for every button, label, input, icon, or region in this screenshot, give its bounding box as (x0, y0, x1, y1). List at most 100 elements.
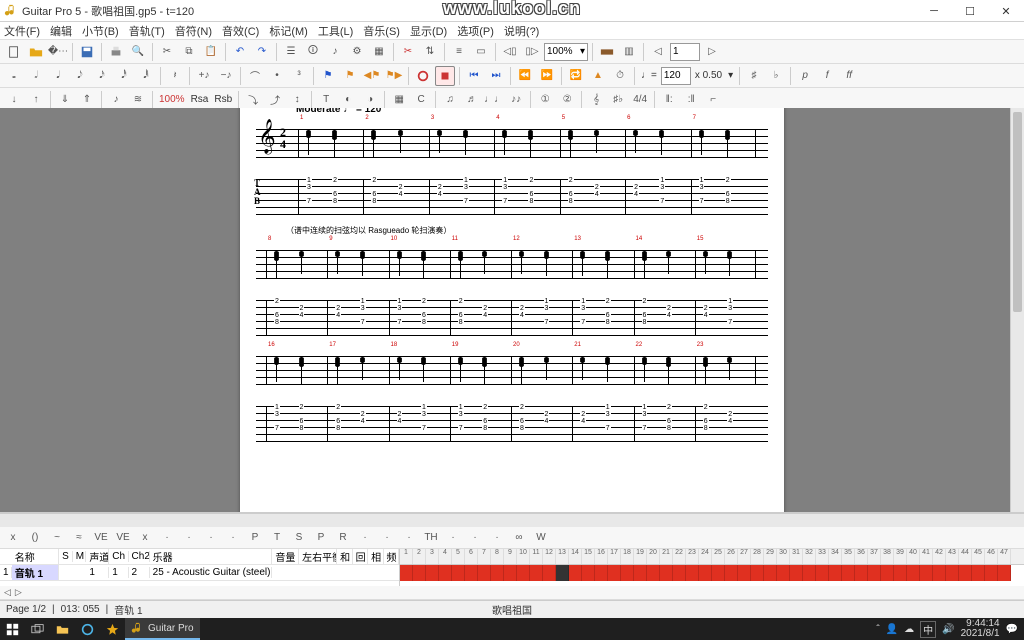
workspace-hscroll[interactable] (0, 513, 1024, 527)
effect-button[interactable]: R (334, 529, 352, 547)
effect-button[interactable]: x (136, 529, 154, 547)
record-button[interactable] (413, 66, 433, 86)
page-spinner[interactable]: 1 (670, 43, 700, 61)
text-button[interactable]: T (316, 90, 336, 110)
menu-item[interactable]: 音轨(T) (129, 23, 165, 39)
rsa-label[interactable]: Rsa (189, 94, 211, 105)
track-next-button[interactable]: ▷ (15, 587, 22, 598)
menu-item[interactable]: 显示(D) (410, 23, 447, 39)
effect-button[interactable]: · (158, 529, 176, 547)
effect-button[interactable]: W (532, 529, 550, 547)
flag-blue-button[interactable]: ⚑ (318, 66, 338, 86)
sixteenth-note-button[interactable]: 𝅘𝅥𝅯 (92, 66, 112, 86)
effect-1-button[interactable]: ◐ (338, 90, 358, 110)
down-effect-button[interactable]: ↓ (4, 90, 24, 110)
transpose-button[interactable]: ⇅ (420, 42, 440, 62)
tempo-dropdown-icon[interactable]: ▾ (726, 70, 735, 81)
effect-button[interactable]: TH (422, 529, 440, 547)
voice-1-button[interactable]: ① (535, 90, 555, 110)
menu-item[interactable]: 小节(B) (82, 23, 119, 39)
browse-button[interactable]: �⋯ (48, 42, 68, 62)
rsb-label[interactable]: Rsb (212, 94, 234, 105)
app-pinned-button[interactable] (100, 618, 125, 640)
undo-button[interactable]: ↶ (230, 42, 250, 62)
flag-next-button[interactable]: ⚑▶ (384, 66, 404, 86)
clef-button[interactable]: 𝄞 (586, 90, 606, 110)
rewind-button[interactable]: ⏪ (515, 66, 535, 86)
new-button[interactable] (4, 42, 24, 62)
tremolo-button[interactable]: ≋ (128, 90, 148, 110)
effect-button[interactable]: · (202, 529, 220, 547)
menu-item[interactable]: 工具(L) (318, 23, 353, 39)
score-page[interactable]: Moderate ♩ = 120 𝄞241234567TAB1372682682… (240, 108, 784, 512)
scissors-button[interactable]: ✂ (398, 42, 418, 62)
dynamics-f-button[interactable]: f (817, 66, 837, 86)
effect-button[interactable]: VE (92, 529, 110, 547)
arpeggio-down-button[interactable]: ⤵ (243, 90, 263, 110)
up-effect-button[interactable]: ↑ (26, 90, 46, 110)
sharp-button[interactable]: ♯ (744, 66, 764, 86)
explorer-button[interactable] (50, 618, 75, 640)
effect-button[interactable]: · (378, 529, 396, 547)
tray-date[interactable]: 2021/8/1 (961, 629, 1000, 639)
effect-button[interactable]: · (444, 529, 462, 547)
menu-item[interactable]: 选项(P) (457, 23, 494, 39)
time-button[interactable]: 4/4 (630, 90, 650, 110)
edge-button[interactable] (75, 618, 100, 640)
sixtyfourth-note-button[interactable]: 𝅘𝅥𝅱 (136, 66, 156, 86)
insert-beat-button[interactable]: +♪ (194, 66, 214, 86)
multitrack-button[interactable]: ≡ (449, 42, 469, 62)
effect-button[interactable]: ~ (48, 529, 66, 547)
tray-notify-icon[interactable]: 💬 (1006, 624, 1018, 635)
page-first-icon[interactable]: ◁ (648, 42, 668, 62)
chord-button[interactable]: ▦ (369, 42, 389, 62)
menu-item[interactable]: 音乐(S) (363, 23, 400, 39)
key-button[interactable]: ♯♭ (608, 90, 628, 110)
start-button[interactable] (0, 618, 25, 640)
track-row[interactable]: 1音轨 111225 - Acoustic Guitar (steel) (0, 565, 399, 581)
view-next-button[interactable]: ▯▷ (522, 42, 542, 62)
effect-button[interactable]: VE (114, 529, 132, 547)
track-timeline[interactable]: 1234567891011121314151617181920212223242… (400, 549, 1024, 586)
effect-button[interactable]: · (224, 529, 242, 547)
copy-button[interactable]: ⧉ (179, 42, 199, 62)
print-button[interactable] (106, 42, 126, 62)
tray-people-icon[interactable]: 👤 (886, 624, 898, 635)
flag-orange-button[interactable]: ⚑ (340, 66, 360, 86)
countdown-button[interactable]: ⏱ (610, 66, 630, 86)
menu-item[interactable]: 文件(F) (4, 23, 40, 39)
save-button[interactable] (77, 42, 97, 62)
effect-button[interactable]: P (246, 529, 264, 547)
close-button[interactable]: ✕ (988, 0, 1024, 22)
quarter-note-button[interactable]: 𝅘𝅥 (48, 66, 68, 86)
minimize-button[interactable]: ─ (916, 0, 952, 22)
beam-3-button[interactable]: ♩♩ (484, 90, 504, 110)
zoom-field[interactable]: 100%▾ (544, 43, 588, 61)
ending-button[interactable]: ⌐ (703, 90, 723, 110)
tray-ime[interactable]: 中 (920, 621, 936, 638)
flag-prev-button[interactable]: ◀⚑ (362, 66, 382, 86)
track-prev-button[interactable]: ◁ (4, 587, 11, 598)
tray-up-icon[interactable]: ˆ (876, 624, 879, 635)
dynamics-ff-button[interactable]: ff (839, 66, 859, 86)
brush-button[interactable]: ↕ (287, 90, 307, 110)
dynamics-p-button[interactable]: p (795, 66, 815, 86)
effect-button[interactable]: · (488, 529, 506, 547)
properties-button[interactable]: ☰ (281, 42, 301, 62)
stroke-down-button[interactable]: ⇓ (55, 90, 75, 110)
repeat-close-button[interactable]: :‖ (681, 90, 701, 110)
open-button[interactable] (26, 42, 46, 62)
guitarpro-task-button[interactable]: Guitar Pro (125, 618, 200, 640)
effect-button[interactable]: ≈ (70, 529, 88, 547)
loop-button[interactable]: 🔁 (566, 66, 586, 86)
redo-button[interactable]: ↷ (252, 42, 272, 62)
thirtysecond-note-button[interactable]: 𝅘𝅥𝅰 (114, 66, 134, 86)
lyrics-button[interactable]: ♪ (325, 42, 345, 62)
page-last-icon[interactable]: ▷ (702, 42, 722, 62)
effect-button[interactable]: ∞ (510, 529, 528, 547)
effect-button[interactable]: · (400, 529, 418, 547)
grace-button[interactable]: ♪ (106, 90, 126, 110)
effect-button[interactable]: S (290, 529, 308, 547)
beam-2-button[interactable]: ♬ (462, 90, 482, 110)
repeat-open-button[interactable]: ‖: (659, 90, 679, 110)
